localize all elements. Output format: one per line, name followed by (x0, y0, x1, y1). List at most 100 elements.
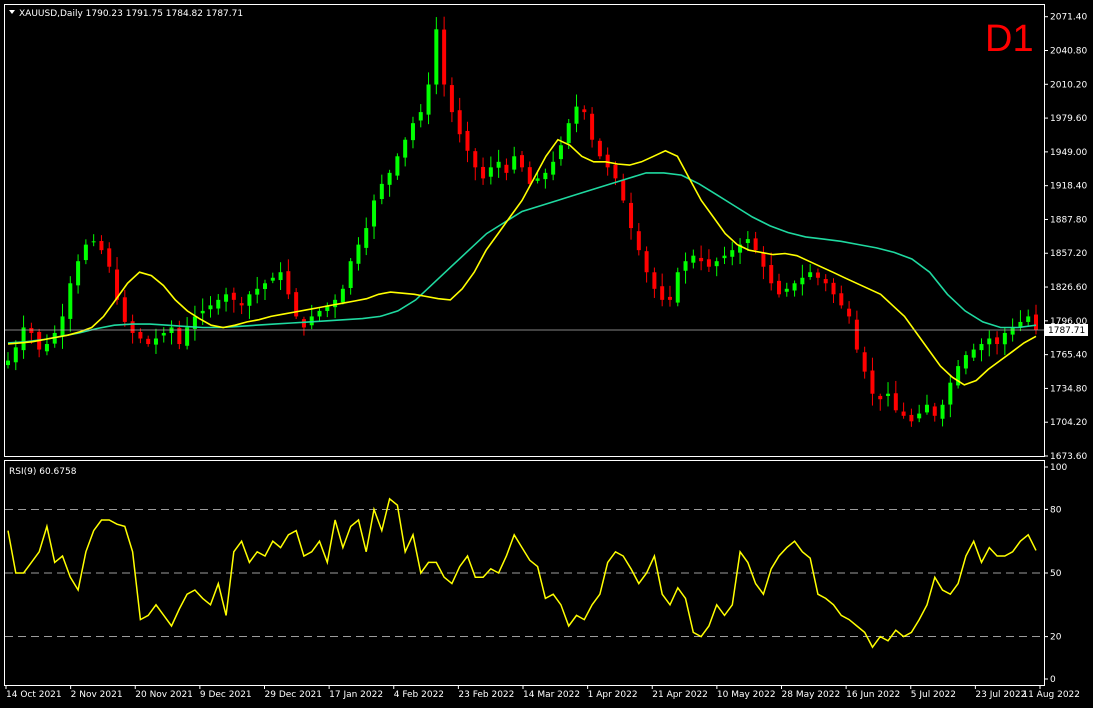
candle-body (566, 123, 571, 144)
moving-averages (7, 138, 1037, 386)
candle-body (886, 393, 891, 396)
candle-body (979, 344, 984, 351)
candle-body (753, 238, 758, 251)
candle-body (675, 272, 680, 303)
xauusd-chart[interactable]: 2071.40 2040.80 2010.20 1979.60 1949.00 1918.… (0, 0, 1093, 708)
candle-body (574, 106, 579, 124)
candle-body (286, 271, 291, 295)
candle-body (815, 272, 820, 278)
time-tick-label: 14 Oct 2021 (6, 690, 62, 700)
candle-body (706, 259, 711, 267)
candle-body (784, 288, 789, 292)
candle-body (239, 303, 244, 306)
candle-body (91, 241, 96, 243)
candle-body (364, 228, 369, 248)
candle-body (901, 411, 906, 416)
candle-body (800, 277, 805, 285)
candle-body (1034, 314, 1038, 330)
candle-body (527, 167, 532, 184)
rsi-axis: 100 80 50 20 0 (5, 463, 1067, 685)
candle-body (309, 316, 314, 326)
candle-body (987, 338, 992, 345)
time-tick-label: 1 Apr 2022 (588, 690, 638, 700)
candle-body (317, 310, 322, 317)
price-tick-label: 1826.60 (1050, 283, 1087, 293)
slow-ma-line (7, 172, 1037, 344)
candle-body (823, 279, 828, 284)
candle-body (558, 145, 563, 160)
price-tick-label: 2010.20 (1050, 80, 1087, 90)
candle-body (122, 297, 127, 322)
candle-body (434, 29, 439, 85)
candle-body (395, 156, 400, 176)
rsi-tick-label: 20 (1050, 633, 1062, 643)
time-tick-label: 5 Jul 2022 (911, 690, 956, 700)
candle-body (107, 248, 112, 267)
candle-body (372, 200, 377, 227)
price-tick-label: 1857.20 (1050, 249, 1087, 259)
candle-body (83, 244, 88, 261)
candle-body (1010, 327, 1015, 335)
candle-body (60, 316, 65, 336)
candle-body (714, 261, 719, 267)
candle-body (605, 154, 610, 168)
candle-body (590, 113, 595, 140)
candle-body (138, 331, 143, 339)
candle-body (917, 413, 922, 419)
candle-body (792, 283, 797, 291)
candle-body (68, 283, 73, 319)
price-tick-label: 1673.60 (1050, 452, 1087, 462)
time-tick-label: 20 Nov 2021 (135, 690, 193, 700)
candle-body (403, 139, 408, 158)
rsi-header: RSI(9) 60.6758 (9, 467, 77, 477)
time-tick-label: 23 Jul 2022 (975, 690, 1026, 700)
candle-body (808, 272, 813, 278)
candle-body (909, 414, 914, 422)
candle-body (247, 294, 252, 306)
candle-body (44, 344, 49, 352)
candle-body (683, 261, 688, 271)
candle-body (333, 299, 338, 308)
price-tick-label: 1765.40 (1050, 351, 1087, 361)
time-tick-label: 4 Feb 2022 (394, 690, 444, 700)
dropdown-triangle-icon[interactable] (9, 10, 15, 14)
candle-body (636, 231, 641, 251)
candle-body (597, 140, 602, 157)
time-tick-label: 10 May 2022 (717, 690, 776, 700)
candle-body (153, 338, 158, 345)
candle-body (356, 244, 361, 264)
candle-body (878, 395, 883, 400)
candle-body (481, 166, 486, 179)
candle-body (208, 305, 213, 310)
candle-body (263, 283, 267, 290)
candle-body (21, 327, 26, 351)
price-tick-label: 1918.40 (1050, 182, 1087, 192)
candle-body (442, 29, 447, 85)
price-tick-label: 2040.80 (1050, 46, 1087, 56)
rsi-tick-label: 50 (1050, 569, 1062, 579)
candle-body (940, 404, 945, 419)
price-tick-label: 2071.40 (1050, 13, 1087, 23)
candle-body (777, 280, 781, 295)
candle-body (660, 286, 665, 300)
candle-body (543, 172, 548, 180)
candle-body (99, 241, 104, 251)
candle-body (379, 183, 384, 200)
candle-body (449, 85, 454, 113)
candle-body (761, 252, 766, 267)
candle-body (465, 130, 470, 151)
candle-body (971, 349, 976, 358)
symbol-header: XAUUSD,Daily 1790.23 1791.75 1784.82 178… (19, 9, 243, 19)
candle-body (504, 164, 509, 173)
candle-body (520, 155, 524, 168)
candle-body (870, 370, 875, 394)
current-price-label: 1787.71 (1048, 326, 1085, 336)
candle-body (629, 202, 634, 229)
time-tick-label: 23 Feb 2022 (458, 690, 514, 700)
candle-body (745, 239, 750, 244)
time-tick-label: 14 Mar 2022 (523, 690, 580, 700)
rsi-panel-frame (4, 460, 1045, 686)
candle-body (146, 338, 151, 345)
candle-body (995, 337, 1000, 345)
candle-body (847, 308, 852, 317)
